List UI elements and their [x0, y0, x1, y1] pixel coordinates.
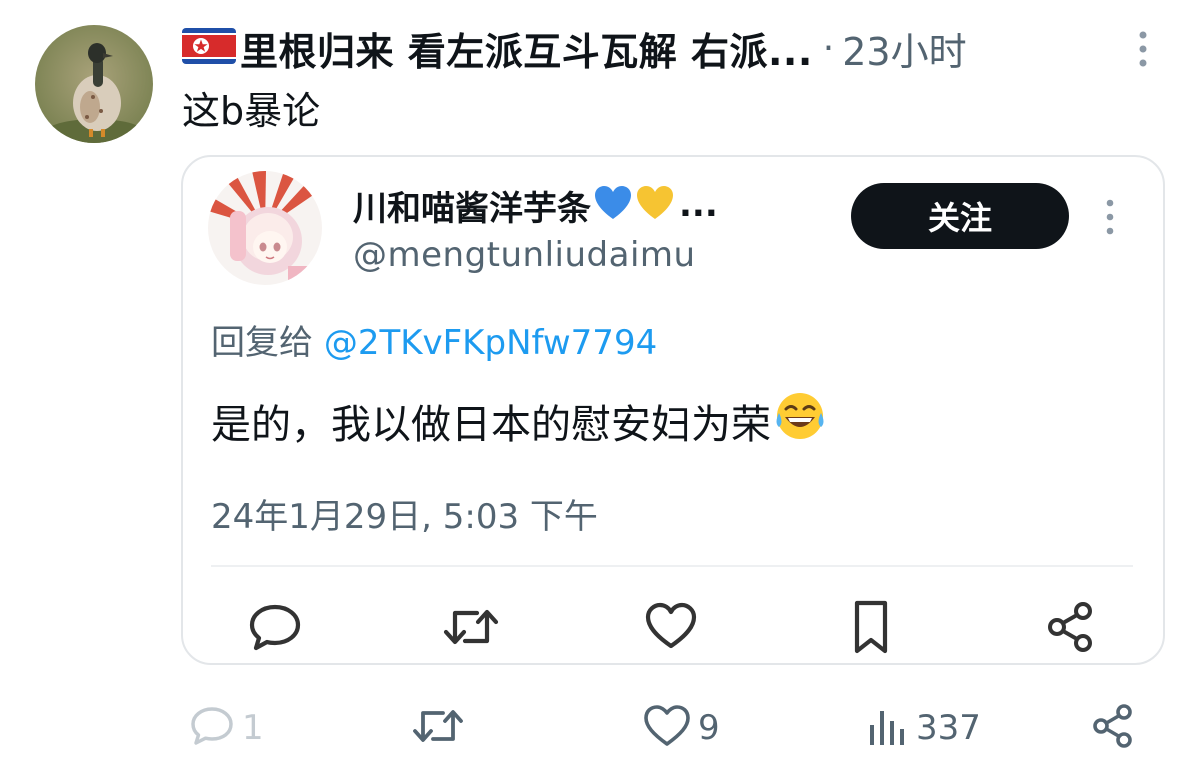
- tweet-time[interactable]: 23小时: [842, 21, 966, 76]
- views-chart-icon: [866, 703, 910, 753]
- author-avatar[interactable]: [35, 25, 153, 143]
- quoted-tweet-card[interactable]: 川和喵酱洋芋条 ... @mengtunliudaimu 关注 回复给 @2TK…: [181, 155, 1165, 665]
- separator: ·: [822, 27, 835, 69]
- quoted-author-avatar[interactable]: [208, 171, 322, 285]
- name-truncation: ...: [679, 185, 718, 225]
- tweet-text: 这b暴论: [182, 89, 321, 133]
- tweet-screen: 里根归来 看左派互斗瓦解 右派... · 23小时 这b暴论 川和喵酱洋芋条 .…: [0, 0, 1200, 783]
- quoted-more-options-icon[interactable]: [1103, 197, 1117, 237]
- view-count: 337: [916, 708, 981, 748]
- reply-count: 1: [242, 708, 264, 748]
- quoted-like-icon[interactable]: [641, 597, 701, 657]
- quoted-share-icon[interactable]: [1041, 597, 1101, 657]
- reply-action[interactable]: 1: [188, 700, 264, 756]
- author-name[interactable]: 里根归来 看左派互斗瓦解 右派...: [240, 21, 813, 76]
- retweet-action[interactable]: [410, 700, 466, 756]
- quoted-tweet-text: 是的，我以做日本的慰安妇为荣: [211, 402, 771, 448]
- laughing-tears-emoji-icon: [771, 389, 827, 453]
- quoted-tweet-text-row: 是的，我以做日本的慰安妇为荣: [211, 389, 827, 453]
- divider: [211, 565, 1133, 567]
- quoted-bookmark-icon[interactable]: [841, 597, 901, 657]
- tweet-header: 里根归来 看左派互斗瓦解 右派... · 23小时: [182, 22, 1160, 74]
- north-korea-flag-icon: [182, 28, 240, 68]
- reply-to-line: 回复给 @2TKvFKpNfw7794: [211, 315, 657, 364]
- reply-to-prefix: 回复给: [211, 323, 313, 363]
- quoted-author-name[interactable]: 川和喵酱洋芋条: [353, 181, 591, 230]
- like-action[interactable]: 9: [642, 700, 720, 756]
- follow-button[interactable]: 关注: [851, 183, 1069, 249]
- blue-heart-icon: [591, 184, 633, 226]
- quoted-action-bar: [183, 597, 1163, 657]
- more-options-icon[interactable]: [1136, 28, 1150, 70]
- reply-icon: [188, 703, 236, 753]
- share-action[interactable]: [1088, 700, 1138, 756]
- retweet-icon: [410, 703, 466, 753]
- like-count: 9: [698, 708, 720, 748]
- quoted-reply-icon[interactable]: [245, 597, 305, 657]
- quoted-tweet-date[interactable]: 24年1月29日, 5:03 下午: [211, 489, 598, 538]
- quoted-author-name-row: 川和喵酱洋芋条 ...: [353, 181, 718, 229]
- tweet-action-bar: 1 9 337: [0, 700, 1200, 760]
- share-icon: [1088, 701, 1138, 755]
- yellow-heart-icon: [633, 184, 675, 226]
- like-icon: [642, 703, 692, 753]
- quoted-retweet-icon[interactable]: [441, 597, 501, 657]
- views-action[interactable]: 337: [866, 700, 981, 756]
- quoted-author-handle[interactable]: @mengtunliudaimu: [353, 235, 696, 275]
- reply-mention-link[interactable]: @2TKvFKpNfw7794: [324, 323, 657, 363]
